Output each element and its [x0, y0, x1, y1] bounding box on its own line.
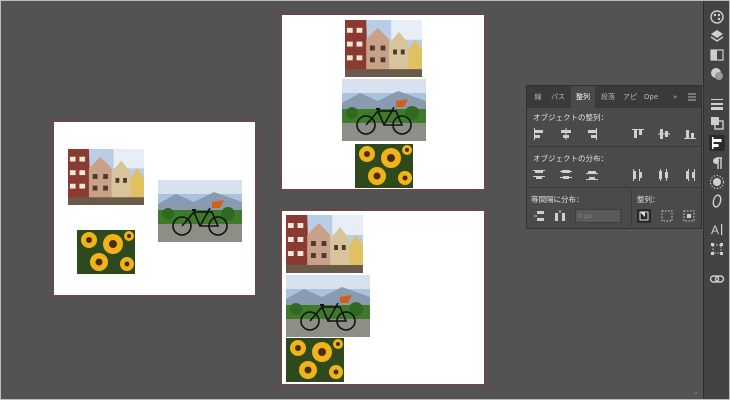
distribute-right-icon[interactable]	[683, 168, 697, 182]
divider	[527, 187, 701, 188]
paragraph-icon[interactable]	[709, 155, 725, 171]
color-palette-icon[interactable]	[709, 9, 725, 25]
tab-opentype[interactable]: Ope	[641, 86, 661, 108]
spacing-value-input[interactable]: 0 px	[575, 209, 621, 223]
links-icon[interactable]	[709, 271, 725, 287]
align-to-artboard-icon[interactable]	[682, 209, 696, 223]
tab-appearance[interactable]: アピ	[620, 86, 640, 108]
artboard-1[interactable]	[52, 120, 257, 297]
photo-bicycle[interactable]	[286, 275, 370, 337]
align-top-icon[interactable]	[631, 127, 645, 141]
align-panel: 線 パス 整列 段落 アピ Ope » オブジェクトの整列： オブジェクトの分布…	[526, 85, 702, 229]
align-objects-label: オブジェクトの整列：	[533, 113, 608, 122]
scroll-down-icon[interactable]: ⌄	[693, 388, 701, 396]
divider	[527, 146, 701, 147]
align-left-icon[interactable]	[532, 127, 546, 141]
transform-icon[interactable]	[709, 241, 725, 257]
appearance-icon[interactable]	[709, 66, 725, 82]
divider	[631, 190, 632, 226]
tab-align[interactable]: 整列	[571, 86, 595, 108]
tab-paragraph[interactable]: 段落	[598, 86, 618, 108]
photo-bicycle[interactable]	[158, 180, 242, 242]
panel-tab-bar: 線 パス 整列 段落 アピ Ope »	[527, 86, 701, 108]
distribute-vertical-center-icon[interactable]	[559, 168, 573, 182]
align-bottom-icon[interactable]	[683, 127, 697, 141]
svg-text:A: A	[711, 223, 719, 237]
align-to-key-object-icon[interactable]	[637, 209, 651, 223]
distribute-bottom-icon[interactable]	[585, 168, 599, 182]
distribute-spacing-label: 等間隔に分布：	[531, 195, 584, 204]
align-to-label: 整列：	[637, 195, 660, 204]
stroke-icon[interactable]	[709, 96, 725, 112]
artboard-3[interactable]	[280, 209, 486, 386]
distribute-horizontal-center-icon[interactable]	[657, 168, 671, 182]
distribute-top-icon[interactable]	[532, 168, 546, 182]
photo-sunflowers[interactable]	[77, 230, 135, 274]
tabs-overflow-button[interactable]: »	[673, 86, 683, 108]
character-icon[interactable]: A	[709, 221, 725, 237]
horizontal-distribute-space-icon[interactable]	[553, 209, 567, 223]
panel-menu-icon[interactable]	[688, 93, 696, 101]
artboard-2[interactable]	[280, 13, 486, 191]
tab-pathfinder[interactable]: パス	[549, 86, 567, 108]
layers-icon[interactable]	[709, 28, 725, 44]
photo-buildings[interactable]	[68, 149, 144, 205]
gradient-icon[interactable]	[709, 47, 725, 63]
align-right-icon[interactable]	[585, 127, 599, 141]
distribute-objects-label: オブジェクトの分布：	[533, 154, 608, 163]
align-vertical-center-icon[interactable]	[657, 127, 671, 141]
photo-sunflowers[interactable]	[355, 144, 413, 188]
photo-buildings[interactable]	[345, 20, 422, 77]
photo-bicycle[interactable]	[342, 79, 426, 141]
tab-stroke[interactable]: 線	[529, 86, 547, 108]
align-horizontal-center-icon[interactable]	[559, 127, 573, 141]
glyph-icon[interactable]	[709, 193, 725, 209]
align-icon[interactable]	[709, 135, 725, 151]
distribute-left-icon[interactable]	[631, 168, 645, 182]
photo-sunflowers[interactable]	[286, 338, 344, 382]
vertical-distribute-space-icon[interactable]	[532, 209, 546, 223]
brightness-icon[interactable]	[709, 174, 725, 190]
align-to-selection-icon[interactable]	[660, 209, 674, 223]
right-panel-dock: A	[703, 1, 729, 399]
photo-buildings[interactable]	[286, 215, 363, 273]
pathfinder-icon[interactable]	[709, 115, 725, 131]
